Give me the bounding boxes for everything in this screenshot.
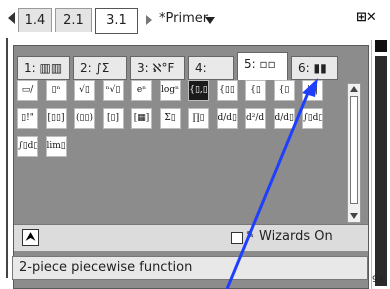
annotation-arrow [225,78,318,289]
